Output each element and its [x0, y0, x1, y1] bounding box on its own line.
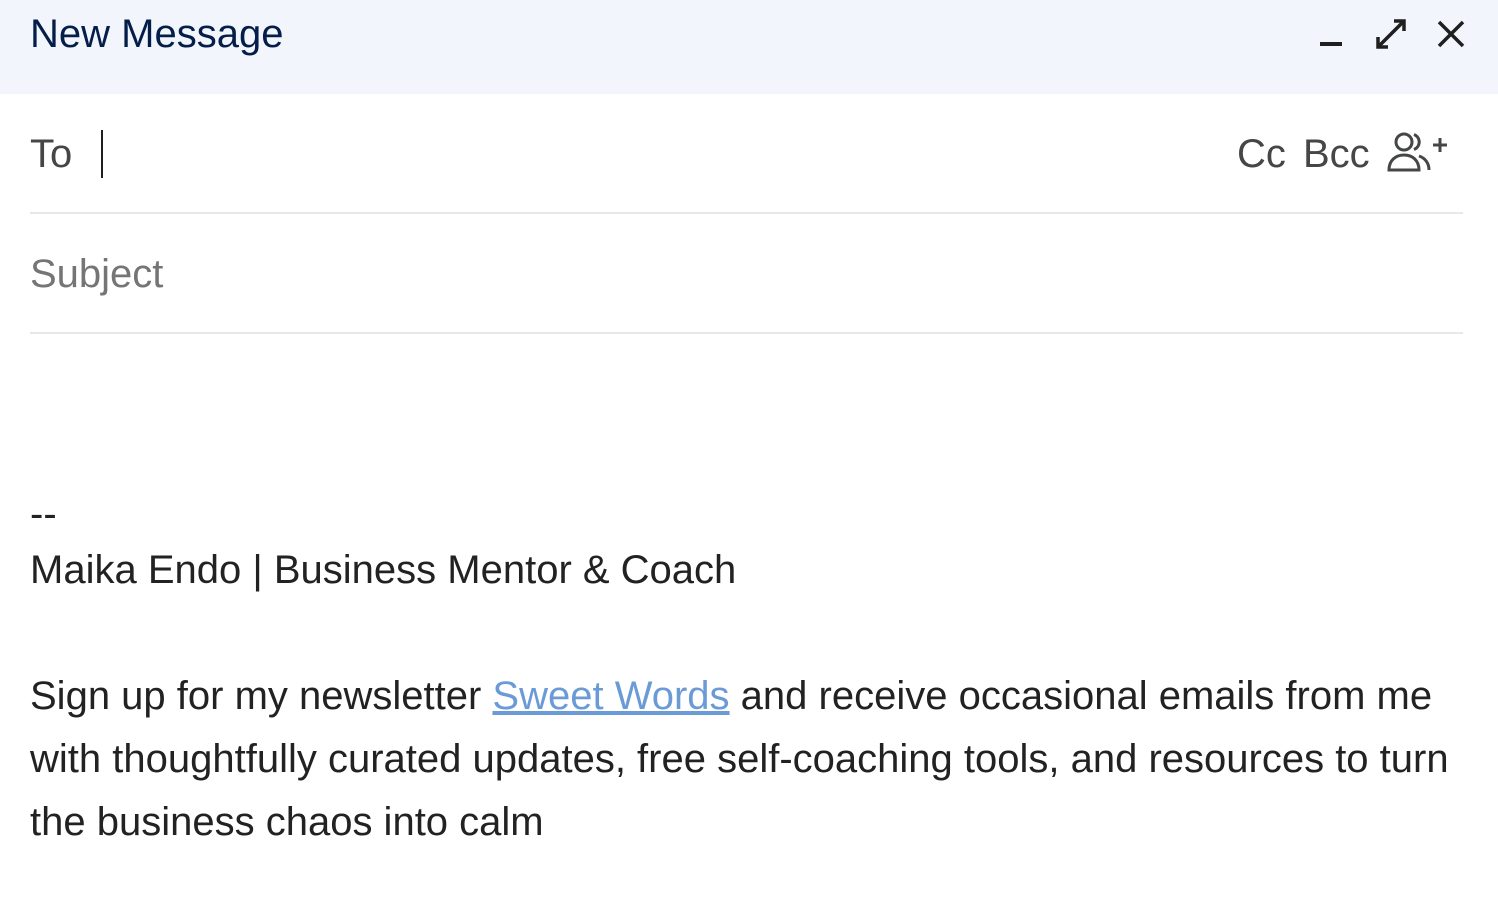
cc-button[interactable]: Cc [1237, 130, 1286, 178]
to-row: To Cc Bcc [30, 94, 1463, 214]
signature-separator: -- [30, 492, 57, 536]
subject-row [30, 214, 1463, 334]
expand-arrows-icon [1376, 19, 1406, 49]
signature-text-before-link: Sign up for my newsletter [30, 674, 493, 718]
signature-newsletter-text: Sign up for my newsletter Sweet Words an… [30, 665, 1470, 854]
message-body[interactable]: -- Maika Endo | Business Mentor & Coach … [30, 334, 1470, 894]
newsletter-link[interactable]: Sweet Words [492, 674, 729, 718]
to-label: To [30, 132, 73, 176]
minimize-button[interactable] [1311, 14, 1351, 54]
fullscreen-button[interactable] [1371, 14, 1411, 54]
add-recipients-button[interactable] [1386, 130, 1450, 174]
bcc-button[interactable]: Bcc [1303, 130, 1370, 178]
compose-header[interactable]: New Message [0, 0, 1498, 94]
compose-window: New Message To Cc Bcc Subject -- Maika E… [0, 0, 1498, 916]
minimize-icon [1320, 42, 1342, 46]
subject-input[interactable] [30, 244, 1450, 304]
people-add-icon [1387, 132, 1447, 172]
close-icon [1437, 20, 1465, 48]
text-caret [101, 130, 103, 178]
compose-title: New Message [30, 12, 284, 56]
signature-name-line: Maika Endo | Business Mentor & Coach [30, 548, 737, 592]
to-input[interactable] [100, 124, 1204, 182]
close-button[interactable] [1431, 14, 1471, 54]
